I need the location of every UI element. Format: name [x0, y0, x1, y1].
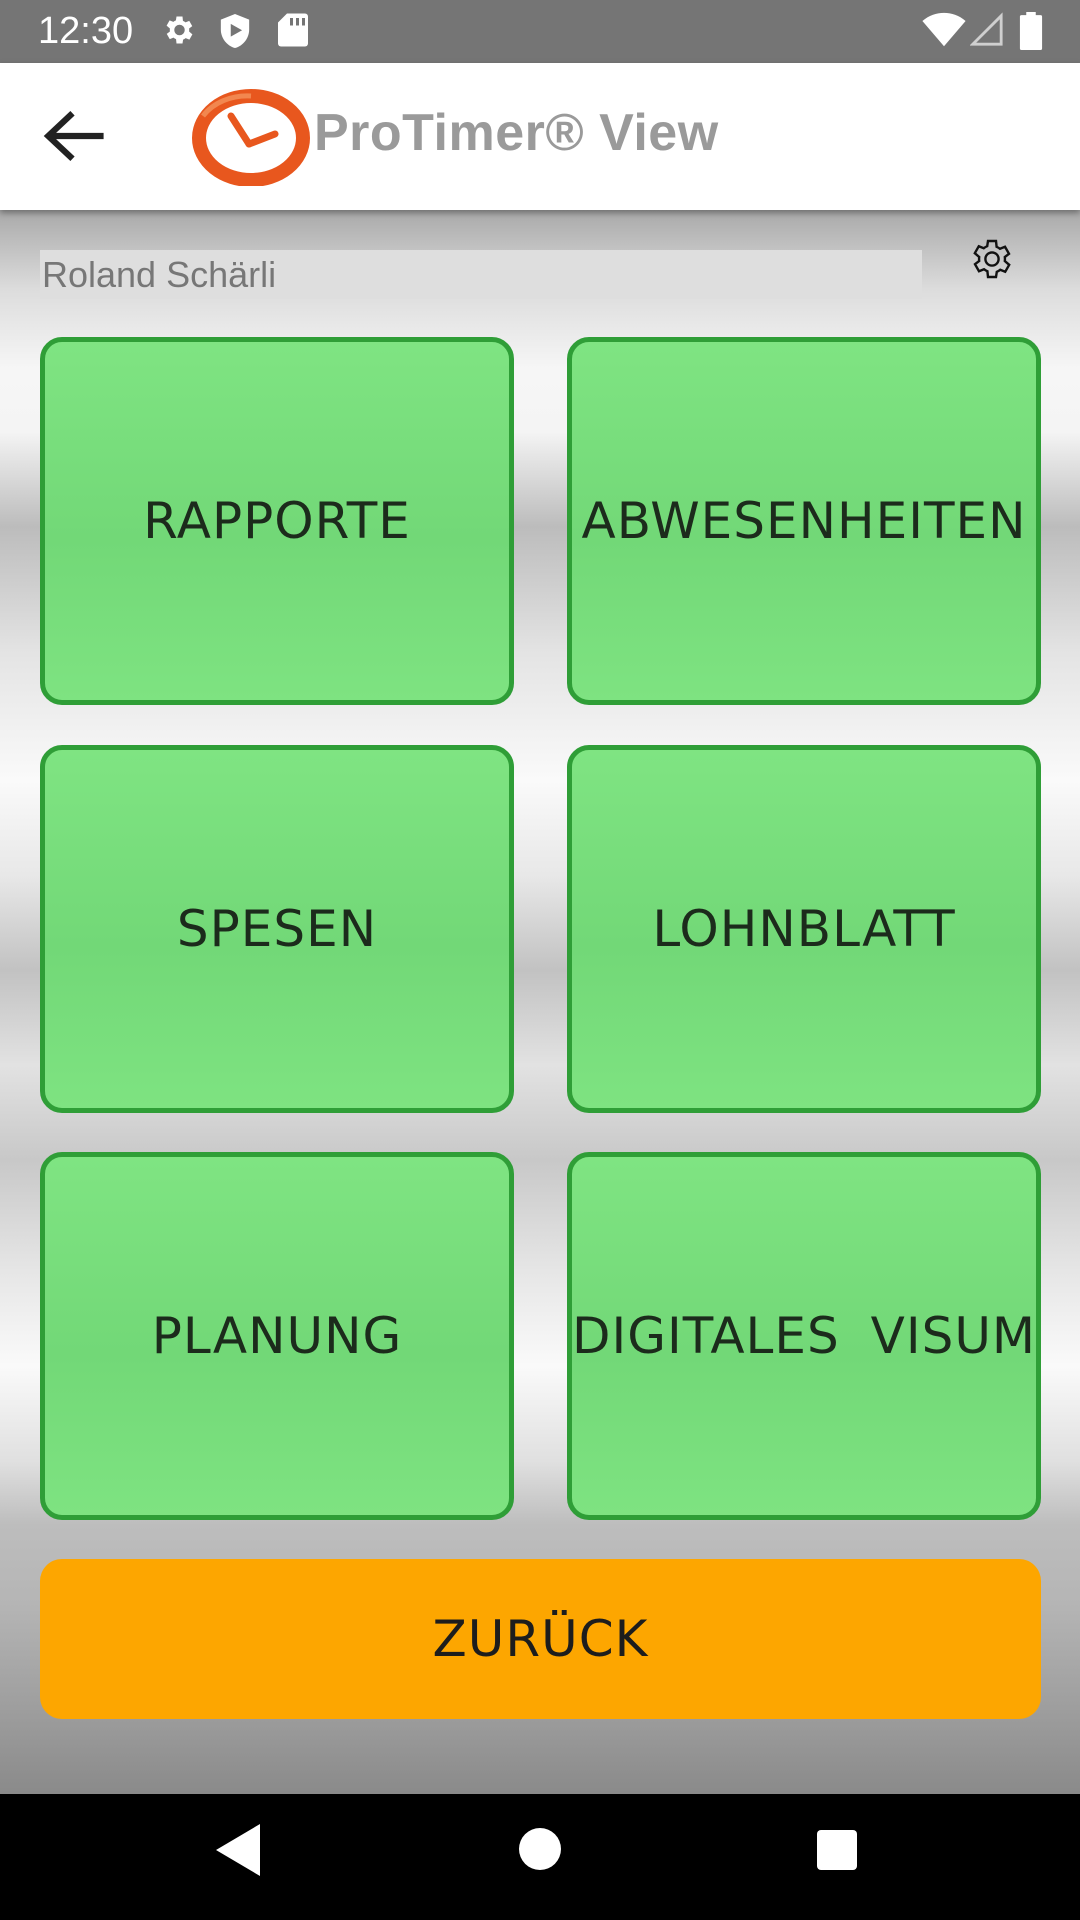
spesen-label: SPESEN: [176, 900, 378, 958]
abwesenheiten-button[interactable]: ABWESENHEITEN: [567, 337, 1041, 705]
zurueck-button[interactable]: ZURÜCK: [40, 1559, 1041, 1719]
spesen-button[interactable]: SPESEN: [40, 745, 514, 1113]
main-content: Roland Schärli RAPPORTE ABWESENHEITEN SP…: [0, 210, 1080, 1794]
lohnblatt-label: LOHNBLATT: [652, 900, 956, 958]
settings-gear-icon[interactable]: [966, 235, 1014, 283]
status-bar: 12:30: [0, 0, 1080, 63]
signal-icon: [970, 12, 1003, 46]
zurueck-label: ZURÜCK: [432, 1610, 649, 1668]
sd-card-icon: [278, 13, 308, 47]
battery-icon: [1019, 12, 1043, 50]
arrow-left-icon[interactable]: [40, 108, 106, 164]
rapporte-label: RAPPORTE: [143, 492, 411, 550]
app-bar: ProTimer® View: [0, 63, 1080, 210]
user-name-field: Roland Schärli: [40, 250, 922, 299]
protimer-clock-logo: [192, 89, 310, 186]
digitales-visum-label: DIGITALES VISUM: [571, 1307, 1037, 1365]
wifi-icon: [922, 12, 966, 47]
shield-icon: [220, 14, 250, 48]
system-nav-bar: [0, 1794, 1080, 1920]
status-time: 12:30: [38, 10, 134, 52]
nav-home-icon[interactable]: [519, 1828, 561, 1870]
nav-back-icon[interactable]: [216, 1824, 260, 1876]
lohnblatt-button[interactable]: LOHNBLATT: [567, 745, 1041, 1113]
app-title: ProTimer® View: [314, 104, 719, 162]
planung-label: PLANUNG: [151, 1307, 403, 1365]
gear-icon: [166, 16, 193, 44]
planung-button[interactable]: PLANUNG: [40, 1152, 514, 1520]
nav-recents-icon[interactable]: [817, 1830, 857, 1870]
abwesenheiten-label: ABWESENHEITEN: [581, 492, 1027, 550]
digitales-visum-button[interactable]: DIGITALES VISUM: [567, 1152, 1041, 1520]
rapporte-button[interactable]: RAPPORTE: [40, 337, 514, 705]
